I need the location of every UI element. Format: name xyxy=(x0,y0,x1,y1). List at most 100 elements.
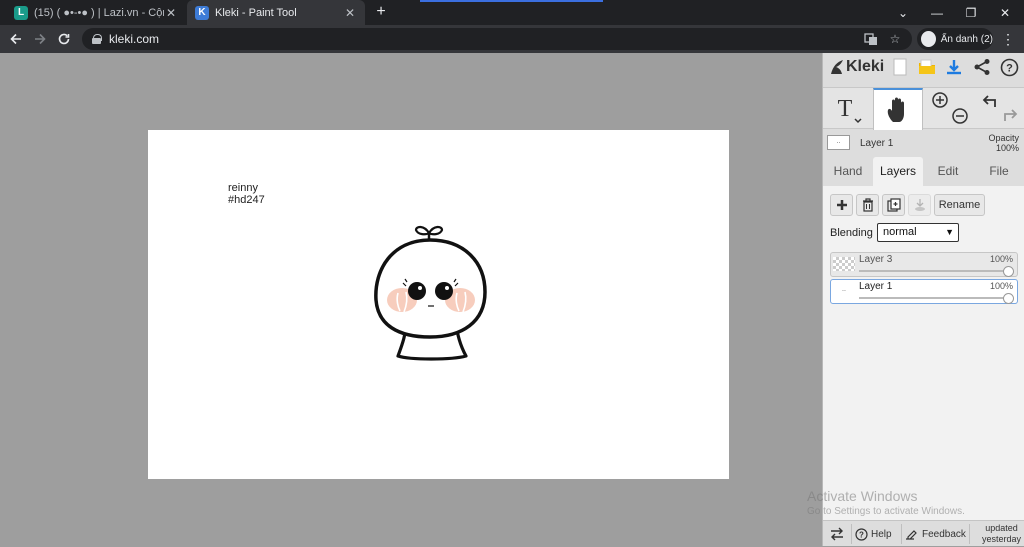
layer-opacity-slider[interactable] xyxy=(1003,293,1014,304)
chevron-down-icon: ▼ xyxy=(945,227,954,237)
panel-footer: ? Help Feedback updated yesterday xyxy=(823,520,1024,546)
help-circle-icon: ? xyxy=(855,527,868,541)
opacity-value: 100% xyxy=(995,143,1019,153)
help-button[interactable]: ? xyxy=(1000,58,1019,78)
history-controls xyxy=(975,88,1023,130)
rename-layer-button[interactable]: Rename xyxy=(934,194,985,216)
update-status[interactable]: updated yesterday xyxy=(982,523,1021,545)
add-layer-button[interactable] xyxy=(830,194,853,216)
help-label: Help xyxy=(871,528,892,540)
tab-edit[interactable]: Edit xyxy=(923,157,973,186)
open-image-button[interactable] xyxy=(918,58,936,78)
feedback-label: Feedback xyxy=(922,528,966,540)
layer-item-layer-3[interactable]: Layer 3 100% xyxy=(830,252,1018,277)
kleki-logo-icon xyxy=(831,60,843,74)
footer-divider xyxy=(901,524,902,544)
new-tab-button[interactable]: + xyxy=(372,3,390,21)
close-tab-icon[interactable]: ✕ xyxy=(164,6,178,20)
layer-thumbnail: .. xyxy=(842,286,846,293)
address-bar[interactable]: kleki.com ☆ xyxy=(82,28,912,50)
layer-thumbnail xyxy=(833,257,855,271)
help-link[interactable]: ? Help xyxy=(855,521,892,547)
layer-opacity: 100% xyxy=(989,254,1013,264)
drawing-workspace[interactable]: reinny #hd247 xyxy=(0,53,822,546)
close-window-button[interactable]: ✕ xyxy=(988,0,1022,25)
layers-tab-content: Rename Blending normal ▼ Layer 3 100% ..… xyxy=(823,186,1024,520)
merge-layer-button[interactable] xyxy=(908,194,931,216)
watermark-title: Activate Windows xyxy=(807,488,918,504)
zoom-in-icon[interactable] xyxy=(931,91,949,109)
tab-lazi[interactable]: L (15) ( ●•-•● ) | Lazi.vn - Cộng đồ ✕ xyxy=(6,0,186,25)
save-image-button[interactable] xyxy=(945,58,963,78)
merge-down-icon xyxy=(914,199,925,211)
share-button[interactable] xyxy=(973,58,991,78)
layer-name: Layer 3 xyxy=(859,254,893,265)
update-line-1: updated xyxy=(985,523,1018,533)
layer-opacity: 100% xyxy=(989,281,1013,291)
browser-toolbar: kleki.com ☆ Ẩn danh (2) ⋮ xyxy=(0,25,1024,53)
trash-icon xyxy=(862,198,873,212)
windows-activation-watermark: Activate Windows Go to Settings to activ… xyxy=(807,488,1024,517)
opacity-label: Opacity xyxy=(988,133,1019,143)
redo-icon[interactable] xyxy=(1001,106,1019,124)
layer-opacity-slider[interactable] xyxy=(1003,266,1014,277)
folder-icon xyxy=(919,59,935,74)
watermark-subtitle: Go to Settings to activate Windows. xyxy=(807,506,965,517)
tab-kleki[interactable]: K Kleki - Paint Tool ✕ xyxy=(187,0,365,25)
hand-tool-button[interactable] xyxy=(873,88,923,130)
svg-text:?: ? xyxy=(1006,63,1013,75)
tool-panel: Kleki ? T .. Layer 1 Opacity 100% Hand L… xyxy=(807,53,1024,546)
text-tool-button[interactable]: T xyxy=(823,88,873,130)
forward-button[interactable] xyxy=(30,29,50,49)
minimize-button[interactable]: — xyxy=(920,0,954,25)
download-icon xyxy=(947,60,961,75)
maximize-button[interactable]: ❐ xyxy=(954,0,988,25)
close-tab-icon[interactable]: ✕ xyxy=(343,6,357,20)
duplicate-icon xyxy=(886,198,901,212)
loading-progress-bar xyxy=(420,0,603,2)
blending-label: Blending xyxy=(830,227,873,239)
swap-arrows-icon xyxy=(831,527,843,541)
kleki-logo[interactable]: Kleki xyxy=(829,58,884,76)
zoom-controls xyxy=(927,88,971,130)
delete-layer-button[interactable] xyxy=(856,194,879,216)
zoom-out-icon[interactable] xyxy=(951,107,969,125)
back-arrow-icon xyxy=(10,33,21,45)
lazi-favicon-icon: L xyxy=(14,5,28,20)
back-button[interactable] xyxy=(6,29,26,49)
translate-icon[interactable] xyxy=(864,32,878,46)
blending-mode-value: normal xyxy=(883,226,917,238)
feedback-link[interactable]: Feedback xyxy=(905,521,966,547)
tab-title: Kleki - Paint Tool xyxy=(215,6,297,19)
tab-file[interactable]: File xyxy=(974,157,1024,186)
layer-item-layer-1[interactable]: .. Layer 1 100% xyxy=(830,279,1018,304)
incognito-profile-button[interactable]: Ẩn danh (2) xyxy=(917,28,993,50)
svg-text:T: T xyxy=(838,96,853,122)
current-layer-thumbnail: .. xyxy=(827,135,850,150)
duplicate-layer-button[interactable] xyxy=(882,194,905,216)
undo-icon[interactable] xyxy=(981,92,999,110)
tab-title: (15) ( ●•-•● ) | Lazi.vn - Cộng đồ xyxy=(34,6,164,19)
footer-divider xyxy=(851,524,852,544)
svg-text:?: ? xyxy=(859,530,864,539)
bookmark-star-icon[interactable]: ☆ xyxy=(888,32,902,46)
current-layer-info: .. Layer 1 Opacity 100% xyxy=(823,131,1024,159)
incognito-icon xyxy=(921,31,936,47)
drawing-canvas[interactable]: reinny #hd247 xyxy=(148,130,729,479)
tab-search-icon[interactable]: ⌄ xyxy=(886,0,920,25)
new-image-button[interactable] xyxy=(893,58,911,78)
blending-mode-select[interactable]: normal ▼ xyxy=(877,223,959,242)
plus-icon xyxy=(836,200,847,210)
reload-button[interactable] xyxy=(54,29,74,49)
profile-label: Ẩn danh (2) xyxy=(940,33,993,45)
tab-hand[interactable]: Hand xyxy=(823,157,873,186)
browser-menu-icon[interactable]: ⋮ xyxy=(1000,29,1016,49)
share-icon xyxy=(974,59,990,75)
toggle-panel-side-button[interactable] xyxy=(829,521,845,547)
character-drawing xyxy=(374,225,487,361)
layer-opacity-track xyxy=(859,270,1007,272)
layer-opacity-track xyxy=(859,297,1007,299)
tab-layers[interactable]: Layers xyxy=(873,157,923,186)
forward-arrow-icon xyxy=(35,33,46,45)
current-layer-name: Layer 1 xyxy=(860,138,894,149)
